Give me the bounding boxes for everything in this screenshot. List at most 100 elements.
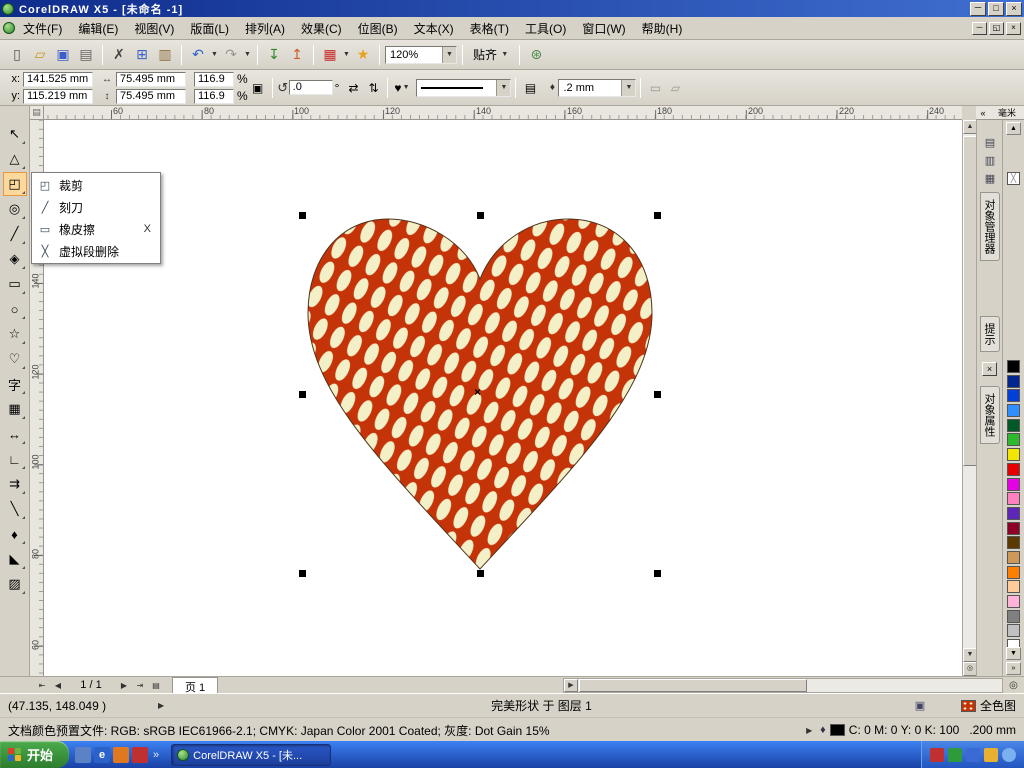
docker-tab-icon-3[interactable]: ▦	[982, 170, 998, 186]
palette-scroll-down-button[interactable]: ▼	[1006, 647, 1021, 660]
flyout-item-knife[interactable]: ╱ 刻刀	[33, 196, 159, 218]
color-swatch[interactable]	[1007, 521, 1020, 535]
color-swatch[interactable]	[1007, 550, 1020, 564]
new-document-button[interactable]: ▯	[6, 44, 28, 66]
selection-handle-middle-right[interactable]	[654, 391, 661, 398]
convert-to-curves-button[interactable]: ▭	[645, 78, 665, 98]
tray-icon-3[interactable]	[966, 747, 980, 762]
status-preview-button[interactable]: ▣	[911, 698, 929, 714]
horizontal-ruler[interactable]: 60 80 100 120 140 160 180 200 220 240	[44, 106, 962, 120]
crop-tool[interactable]: ◰	[2, 172, 27, 196]
vertical-scrollbar[interactable]: ▲ ▼ ◎	[962, 120, 977, 676]
internet-explorer-icon[interactable]: e	[94, 746, 111, 763]
tray-icon-2[interactable]	[948, 747, 962, 762]
color-swatch[interactable]	[1007, 580, 1020, 594]
scale-x-field[interactable]: 116.9	[194, 71, 234, 87]
menu-bitmaps[interactable]: 位图(B)	[350, 18, 406, 39]
perfect-shape-dropdown[interactable]: ♥ ▼	[392, 78, 412, 98]
ellipse-tool[interactable]: ○	[3, 297, 27, 321]
blend-tool[interactable]: ⇉	[3, 472, 27, 496]
quick-launch-app-icon[interactable]	[132, 746, 149, 763]
previous-page-button[interactable]: ◀	[50, 678, 66, 693]
last-page-button[interactable]: ⇥	[132, 678, 148, 693]
print-button[interactable]: ▤	[75, 44, 97, 66]
start-button[interactable]: 开始	[0, 741, 70, 768]
paste-button[interactable]: ▥	[154, 44, 176, 66]
color-swatch[interactable]	[1007, 462, 1020, 476]
color-swatch[interactable]	[1007, 389, 1020, 403]
undo-button[interactable]: ↶	[187, 44, 209, 66]
zoom-level-select[interactable]: 120% ▼	[385, 45, 457, 64]
scroll-down-button[interactable]: ▼	[963, 648, 977, 662]
color-swatch[interactable]	[1007, 565, 1020, 579]
cut-button[interactable]: ✗	[108, 44, 130, 66]
scroll-right-button[interactable]: ▶	[564, 678, 578, 692]
color-swatch[interactable]	[1007, 418, 1020, 432]
menu-effects[interactable]: 效果(C)	[293, 18, 350, 39]
first-page-button[interactable]: ⇤	[34, 678, 50, 693]
color-swatch[interactable]	[1007, 448, 1020, 462]
selection-handle-bottom-left[interactable]	[299, 570, 306, 577]
outline-color-swatch[interactable]	[829, 724, 845, 736]
menu-help[interactable]: 帮助(H)	[634, 18, 691, 39]
outline-width-dropdown-icon[interactable]: ▼	[621, 79, 636, 96]
menu-edit[interactable]: 编辑(E)	[70, 18, 126, 39]
color-swatch[interactable]	[1007, 477, 1020, 491]
x-position-field[interactable]: 141.525 mm	[23, 71, 93, 87]
outline-style-select[interactable]: ▼	[416, 78, 512, 97]
color-swatch[interactable]	[1007, 404, 1020, 418]
basic-shapes-tool[interactable]: ♡	[3, 347, 27, 371]
color-swatch[interactable]	[1007, 433, 1020, 447]
drawing-canvas[interactable]: ×	[44, 120, 962, 676]
shape-tool[interactable]: △	[3, 147, 27, 171]
app-launcher-button[interactable]: ▦	[319, 44, 341, 66]
menu-table[interactable]: 表格(T)	[462, 18, 517, 39]
document-icon[interactable]	[3, 22, 15, 34]
rectangle-tool[interactable]: ▭	[3, 272, 27, 296]
palette-scroll-up-button[interactable]: ▲	[1006, 122, 1021, 135]
freehand-tool[interactable]: ╱	[3, 222, 27, 246]
zoom-tool[interactable]: ◎	[3, 197, 27, 221]
outline-pen-tool[interactable]: ♦	[3, 522, 27, 546]
media-player-icon[interactable]	[113, 746, 130, 763]
color-swatch[interactable]	[1007, 506, 1020, 520]
docker-tab-icon-1[interactable]: ▤	[982, 134, 998, 150]
color-swatch[interactable]	[1007, 595, 1020, 608]
color-swatch[interactable]	[1007, 624, 1020, 638]
rotation-angle-field[interactable]: .0	[288, 80, 333, 95]
object-center-mark[interactable]: ×	[474, 385, 481, 399]
tray-icon-4[interactable]	[984, 747, 998, 762]
horizontal-scrollbar[interactable]: ◀ ▶	[563, 677, 1003, 693]
menu-text[interactable]: 文本(X)	[406, 18, 462, 39]
table-tool[interactable]: ▦	[3, 397, 27, 421]
scroll-up-button[interactable]: ▲	[963, 120, 977, 134]
color-swatch[interactable]	[1007, 536, 1020, 550]
selection-handle-bottom-center[interactable]	[477, 570, 484, 577]
vertical-scroll-thumb[interactable]	[963, 136, 977, 466]
docker-tab-icon-2[interactable]: ▥	[982, 152, 998, 168]
selection-handle-top-right[interactable]	[654, 212, 661, 219]
docker-close-button[interactable]: ×	[982, 362, 997, 376]
tray-icon-1[interactable]	[930, 747, 944, 762]
save-button[interactable]: ▣	[52, 44, 74, 66]
selection-handle-top-center[interactable]	[477, 212, 484, 219]
eyedropper-tool[interactable]: ╲	[3, 497, 27, 521]
import-button[interactable]: ↧	[263, 44, 285, 66]
no-fill-swatch[interactable]: ╳	[1007, 172, 1020, 185]
volume-icon[interactable]	[1002, 747, 1016, 762]
close-button[interactable]: ×	[1006, 1, 1022, 16]
export-button[interactable]: ↥	[286, 44, 308, 66]
outline-width-select[interactable]: .2 mm ▼	[558, 78, 637, 97]
doc-close-button[interactable]: ×	[1006, 21, 1021, 35]
mirror-vertical-button[interactable]: ⇅	[363, 78, 383, 98]
corel-task-button[interactable]: CorelDRAW X5 - [未...	[171, 743, 332, 766]
flyout-item-virtual-segment-delete[interactable]: ╳ 虚拟段删除	[33, 240, 159, 262]
polygon-tool[interactable]: ☆	[3, 322, 27, 346]
connector-tool[interactable]: ∟	[3, 447, 27, 471]
add-page-button[interactable]: ▤	[148, 678, 164, 693]
color-swatch[interactable]	[1007, 609, 1020, 623]
object-height-field[interactable]: 75.495 mm	[116, 88, 186, 104]
redo-dropdown[interactable]: ▼	[243, 51, 252, 58]
selection-handle-bottom-right[interactable]	[654, 570, 661, 577]
ruler-origin[interactable]: ▤	[30, 106, 44, 120]
